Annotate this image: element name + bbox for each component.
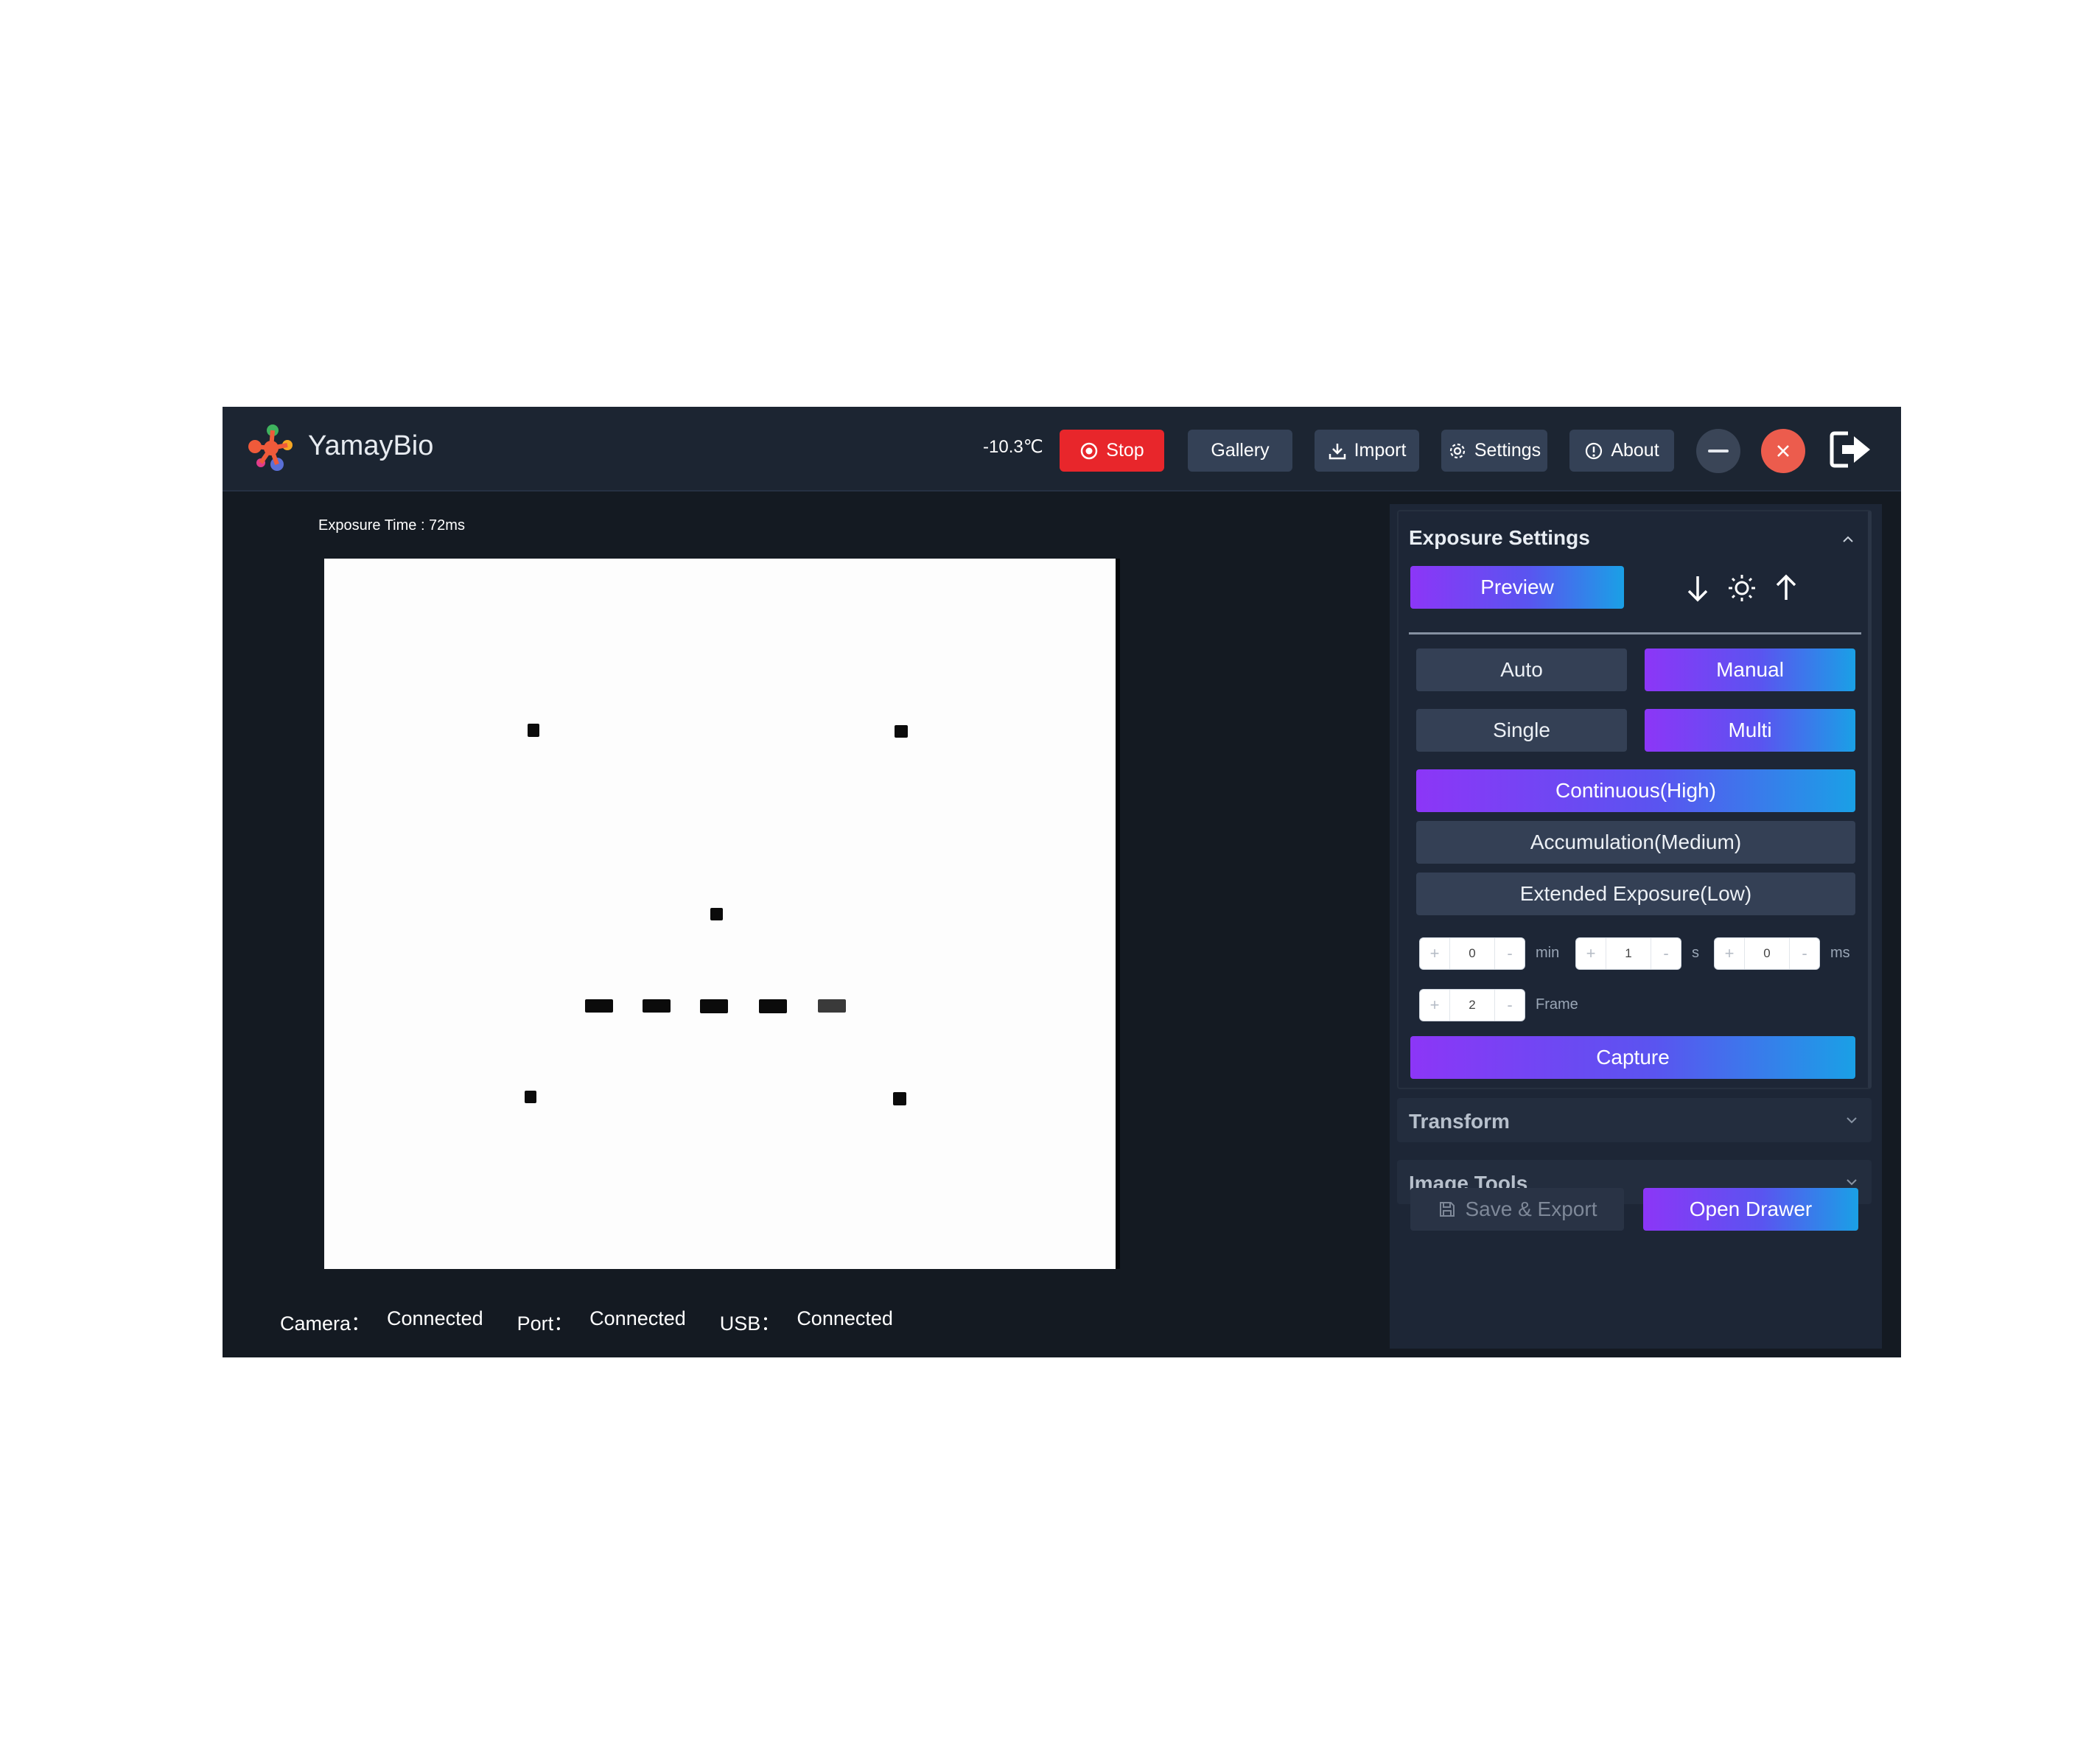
chevron-up-icon[interactable]: [1841, 535, 1855, 544]
info-icon: [1586, 442, 1603, 459]
camera-status-value: Connected: [387, 1307, 483, 1329]
extended-label: Extended Exposure(Low): [1519, 882, 1752, 905]
frame-unit: Frame: [1536, 996, 1578, 1013]
capture-label: Capture: [1596, 1046, 1670, 1069]
blot-spot: [710, 908, 723, 920]
multi-button[interactable]: Multi: [1645, 709, 1855, 752]
save-export-button[interactable]: Save & Export: [1410, 1188, 1624, 1231]
blot-spot: [525, 1091, 536, 1103]
exposure-time-label: Exposure Time : 72ms: [318, 517, 465, 534]
continuous-high-button[interactable]: Continuous(High): [1416, 769, 1855, 812]
blot-band: [700, 999, 728, 1013]
increment-button[interactable]: +: [1715, 944, 1744, 963]
chevron-down-icon: [1847, 1117, 1857, 1124]
accumulation-medium-button[interactable]: Accumulation(Medium): [1416, 821, 1855, 864]
save-export-label: Save & Export: [1465, 1198, 1597, 1220]
arrow-up-icon[interactable]: [1770, 572, 1802, 604]
frame-stepper[interactable]: + 2 -: [1419, 989, 1525, 1021]
usb-status-label: USB：: [719, 1312, 781, 1335]
decrement-button[interactable]: -: [1651, 944, 1681, 963]
gallery-button[interactable]: Gallery: [1188, 430, 1292, 472]
settings-button[interactable]: Settings: [1441, 430, 1547, 472]
minimize-button[interactable]: [1696, 429, 1740, 473]
seconds-stepper[interactable]: + 1 -: [1575, 937, 1681, 970]
import-label: Import: [1354, 440, 1407, 461]
increment-button[interactable]: +: [1420, 944, 1449, 963]
port-status-value: Connected: [589, 1307, 686, 1329]
gear-icon: [1449, 443, 1465, 458]
decrement-button[interactable]: -: [1790, 944, 1819, 963]
stop-label: Stop: [1106, 440, 1144, 461]
decrement-button[interactable]: -: [1495, 996, 1525, 1015]
blot-band: [759, 999, 787, 1013]
usb-status-value: Connected: [797, 1307, 893, 1329]
minimize-icon: [1708, 450, 1729, 452]
divider: [1409, 632, 1861, 634]
arrow-down-icon[interactable]: [1681, 572, 1714, 604]
extended-exposure-low-button[interactable]: Extended Exposure(Low): [1416, 873, 1855, 915]
brightness-icon[interactable]: [1726, 572, 1758, 604]
preview-button[interactable]: Preview: [1410, 566, 1624, 609]
single-button[interactable]: Single: [1416, 709, 1627, 752]
blot-band: [643, 999, 671, 1013]
blot-spot: [895, 725, 908, 738]
gallery-label: Gallery: [1211, 440, 1270, 461]
increment-button[interactable]: +: [1420, 996, 1449, 1015]
blot-spot: [528, 724, 539, 737]
single-label: Single: [1493, 719, 1550, 741]
minutes-unit: min: [1536, 945, 1560, 961]
download-icon: [1329, 443, 1345, 459]
auto-button[interactable]: Auto: [1416, 648, 1627, 691]
chevron-down-icon: [1847, 1179, 1857, 1186]
close-icon: [1777, 445, 1789, 457]
minutes-value[interactable]: 0: [1449, 938, 1495, 969]
seconds-unit: s: [1692, 945, 1699, 961]
increment-button[interactable]: +: [1576, 944, 1606, 963]
milliseconds-unit: ms: [1830, 945, 1850, 961]
manual-button[interactable]: Manual: [1645, 648, 1855, 691]
open-drawer-button[interactable]: Open Drawer: [1643, 1188, 1858, 1231]
port-status-label: Port：: [517, 1312, 574, 1335]
milliseconds-value[interactable]: 0: [1744, 938, 1790, 969]
minutes-stepper[interactable]: + 0 -: [1419, 937, 1525, 970]
blot-band: [818, 999, 846, 1013]
continuous-label: Continuous(High): [1555, 779, 1716, 802]
transform-section[interactable]: Transform: [1397, 1098, 1872, 1142]
about-button[interactable]: About: [1569, 430, 1674, 472]
blot-band: [585, 999, 613, 1013]
camera-status-label: Camera：: [280, 1312, 371, 1335]
exposure-settings-section: Exposure Settings Preview Auto Manual Si…: [1397, 510, 1872, 1089]
exposure-settings-title[interactable]: Exposure Settings: [1409, 526, 1590, 550]
manual-label: Manual: [1716, 658, 1784, 681]
multi-label: Multi: [1728, 719, 1772, 741]
connection-status-bar: Camera： Connected Port： Connected USB： C…: [280, 1307, 927, 1336]
stop-icon: [1081, 442, 1098, 459]
auto-label: Auto: [1500, 658, 1543, 681]
decrement-button[interactable]: -: [1495, 944, 1525, 963]
seconds-value[interactable]: 1: [1606, 938, 1651, 969]
about-label: About: [1611, 440, 1659, 461]
settings-label: Settings: [1474, 440, 1541, 461]
blot-spot: [893, 1092, 906, 1105]
import-button[interactable]: Import: [1315, 430, 1419, 472]
capture-button[interactable]: Capture: [1410, 1036, 1855, 1079]
stop-button[interactable]: Stop: [1060, 430, 1164, 472]
exit-icon[interactable]: [1829, 429, 1873, 470]
transform-title: Transform: [1409, 1110, 1510, 1133]
milliseconds-stepper[interactable]: + 0 -: [1714, 937, 1820, 970]
brand-name: YamayBio: [308, 430, 434, 461]
header-bar: YamayBio -10.3℃ Stop Gallery Import Sett…: [223, 407, 1901, 492]
app-window: YamayBio -10.3℃ Stop Gallery Import Sett…: [223, 407, 1901, 1357]
save-icon: [1439, 1202, 1455, 1217]
frame-value[interactable]: 2: [1449, 990, 1495, 1021]
close-button[interactable]: [1761, 429, 1805, 473]
temperature-readout: -10.3℃: [983, 437, 1043, 457]
accumulation-label: Accumulation(Medium): [1530, 831, 1742, 853]
open-drawer-label: Open Drawer: [1689, 1198, 1813, 1220]
yamaybio-logo-icon: [248, 424, 293, 471]
image-viewer[interactable]: [324, 559, 1120, 1269]
preview-label: Preview: [1480, 576, 1554, 598]
